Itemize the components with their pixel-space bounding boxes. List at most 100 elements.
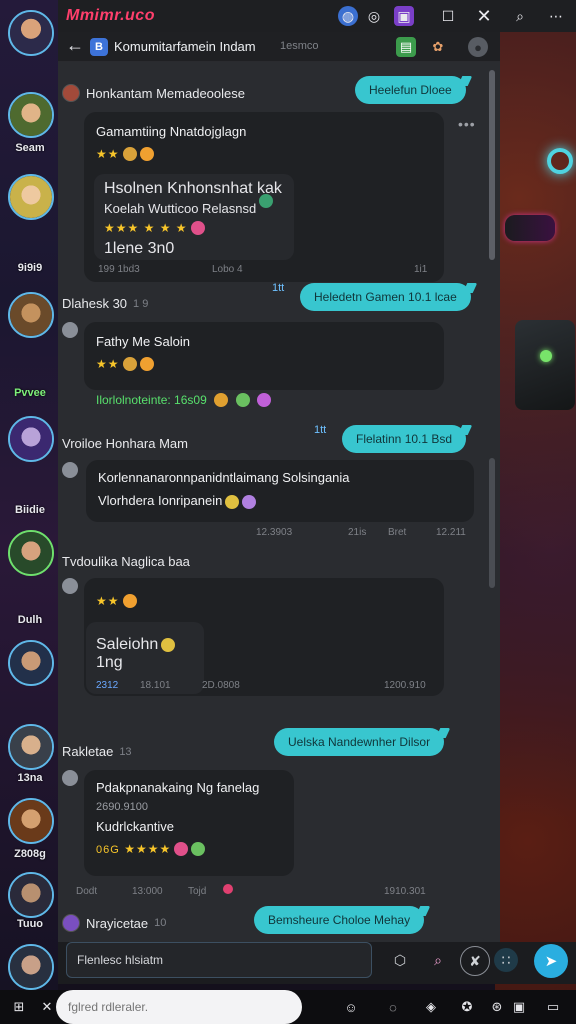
- profile-icon[interactable]: ●: [468, 37, 488, 57]
- gift-icon[interactable]: ▤: [396, 37, 416, 57]
- chat-bubble-icon[interactable]: ▣: [394, 6, 414, 26]
- widgets-icon[interactable]: ✕: [36, 996, 58, 1018]
- quote-meta: 1lene 3n0: [104, 240, 175, 257]
- sender-avatar[interactable]: [62, 84, 80, 102]
- sender-meta: 13: [119, 745, 132, 758]
- contact-label: Z808g: [14, 848, 46, 860]
- message-text: Vlorhdera Ionripanein: [98, 493, 223, 508]
- chat-scrollbar-thumb[interactable]: [489, 458, 495, 588]
- message-text: Kudrlckantive: [96, 819, 175, 834]
- sender-name[interactable]: Nrayicetae: [86, 916, 148, 931]
- outgoing-message[interactable]: Heledetn Gamen 10.1 lcae: [300, 283, 471, 311]
- spiral-icon[interactable]: ◎: [364, 6, 384, 26]
- chat-title[interactable]: Komumitarfamein Indam: [114, 39, 256, 54]
- close-icon[interactable]: ✕: [474, 6, 494, 26]
- quote-header: Hsolnen Knhonsnhat kak: [104, 180, 282, 197]
- contact-avatar[interactable]: [8, 416, 54, 462]
- taskbar-search-input[interactable]: [56, 990, 302, 1024]
- message-text: Fathy Me Saloin: [96, 334, 190, 349]
- maximize-icon[interactable]: ☐: [438, 6, 458, 26]
- message-bubble[interactable]: Korlennanaronnpanidntlaimang Solsingania…: [86, 460, 474, 522]
- message-timestamp: 12.211: [436, 527, 466, 538]
- game-icon[interactable]: ✪: [456, 996, 478, 1018]
- message-input[interactable]: [66, 942, 372, 978]
- message-meta: 2D.0808: [202, 680, 240, 691]
- message-text: Gamamtiing Nnatdojglagn: [96, 124, 247, 139]
- globe-icon[interactable]: ◍: [338, 6, 358, 26]
- contact-avatar[interactable]: [8, 174, 54, 220]
- sender-avatar[interactable]: [62, 322, 78, 338]
- back-arrow-icon[interactable]: ←: [66, 35, 84, 56]
- message-sender-row: Honkantam Memadeoolese: [62, 84, 245, 102]
- outgoing-message[interactable]: Bemsheure Choloe Mehay: [254, 906, 425, 934]
- contact-avatar[interactable]: [8, 724, 54, 770]
- contact-avatar[interactable]: [8, 292, 54, 338]
- message-sender-row: Nrayicetae 10: [62, 914, 166, 932]
- quoted-message[interactable]: Hsolnen Knhonsnhat kak Koelah Wutticoo R…: [94, 174, 294, 260]
- smile-emoji-icon: [122, 593, 137, 608]
- message-options-icon[interactable]: •••: [458, 116, 476, 132]
- app-window: Seam 9i9i9 Pvvee Biidie Dulh 13na Z808g …: [0, 0, 576, 1024]
- contact-avatar[interactable]: [8, 530, 54, 576]
- attach-icon[interactable]: ⬡: [386, 946, 414, 974]
- search-icon[interactable]: ⌕: [510, 6, 530, 26]
- contact-avatar[interactable]: [8, 798, 54, 844]
- smile-emoji-icon: [139, 146, 154, 161]
- channel-badge-icon: B: [90, 38, 108, 56]
- chat-header: ← B Komumitarfamein Indam 1esmco ▤ ✿ ●: [58, 32, 500, 62]
- emoji-picker-icon[interactable]: ∷: [494, 948, 518, 972]
- leaf-emoji-icon: [235, 392, 250, 407]
- browser-icon[interactable]: ◌: [382, 996, 404, 1018]
- background-artwork: [495, 0, 576, 990]
- search-icon[interactable]: ⌕: [424, 946, 452, 974]
- globe-emoji-icon: [259, 194, 273, 208]
- gem-emoji-icon: [257, 392, 272, 407]
- store-icon[interactable]: ◈: [420, 996, 442, 1018]
- outgoing-message[interactable]: Heelefun Dloee: [355, 76, 466, 104]
- message-sender-row: Rakletae 13: [62, 744, 132, 759]
- chat-subtitle: 1esmco: [280, 40, 319, 52]
- sender-avatar[interactable]: [62, 578, 78, 594]
- send-button[interactable]: ➤: [534, 944, 568, 978]
- sender-name[interactable]: Tvdoulika Naglica baa: [62, 554, 190, 569]
- contact-avatar[interactable]: [8, 944, 54, 990]
- contact-label: Tuuo: [16, 918, 44, 930]
- more-icon[interactable]: ⋯: [546, 6, 566, 26]
- sender-name[interactable]: Rakletae: [62, 744, 113, 759]
- file-icon[interactable]: ▣: [508, 996, 530, 1018]
- smile-emoji-icon: [139, 356, 154, 371]
- sender-avatar[interactable]: [62, 462, 78, 478]
- contact-avatar[interactable]: [8, 92, 54, 138]
- contact-avatar[interactable]: [8, 10, 54, 56]
- sender-name[interactable]: Honkantam Memadeoolese: [86, 86, 245, 101]
- outgoing-message[interactable]: Flelatinn 10.1 Bsd: [342, 425, 467, 453]
- message-sender-row: Dlahesk 30 1 9: [62, 296, 148, 311]
- discord-icon[interactable]: ⊛: [486, 996, 508, 1018]
- contact-label: Seam: [15, 142, 45, 154]
- outgoing-message[interactable]: Uelska Nandewnher Dilsor: [274, 728, 445, 756]
- app-icon[interactable]: ☺: [340, 996, 362, 1018]
- message-bubble[interactable]: Pdakpnanakaing Ng fanelag 2690.9100 Kudr…: [84, 770, 294, 876]
- sender-avatar[interactable]: [62, 914, 80, 932]
- pet-icon[interactable]: ✿: [428, 37, 448, 57]
- message-meta: 18.101: [140, 680, 171, 691]
- message-meta: 21is: [348, 527, 367, 538]
- sender-name[interactable]: Dlahesk 30: [62, 296, 127, 311]
- emoji-icon: [122, 356, 137, 371]
- contact-label: 13na: [17, 772, 43, 784]
- contact-label: Dulh: [17, 614, 43, 626]
- contact-avatar[interactable]: [8, 640, 54, 686]
- windows-start-icon[interactable]: ⊞: [8, 996, 30, 1018]
- message-meta: 199 1bd3: [98, 264, 140, 275]
- message-timestamp: 1910.301: [384, 886, 426, 897]
- glowing-eye-art: [547, 148, 573, 174]
- rating-prefix: 06G: [96, 844, 120, 856]
- window-icon[interactable]: ▭: [542, 996, 564, 1018]
- chat-scrollbar[interactable]: [489, 70, 495, 260]
- contact-label: Pvvee: [14, 387, 46, 399]
- message-bubble[interactable]: Fathy Me Saloin ★★: [84, 322, 444, 390]
- sticker-icon[interactable]: ✘: [460, 946, 490, 976]
- sender-name[interactable]: Vroiloe Honhara Mam: [62, 436, 188, 451]
- contact-avatar[interactable]: [8, 872, 54, 918]
- sender-avatar[interactable]: [62, 770, 78, 786]
